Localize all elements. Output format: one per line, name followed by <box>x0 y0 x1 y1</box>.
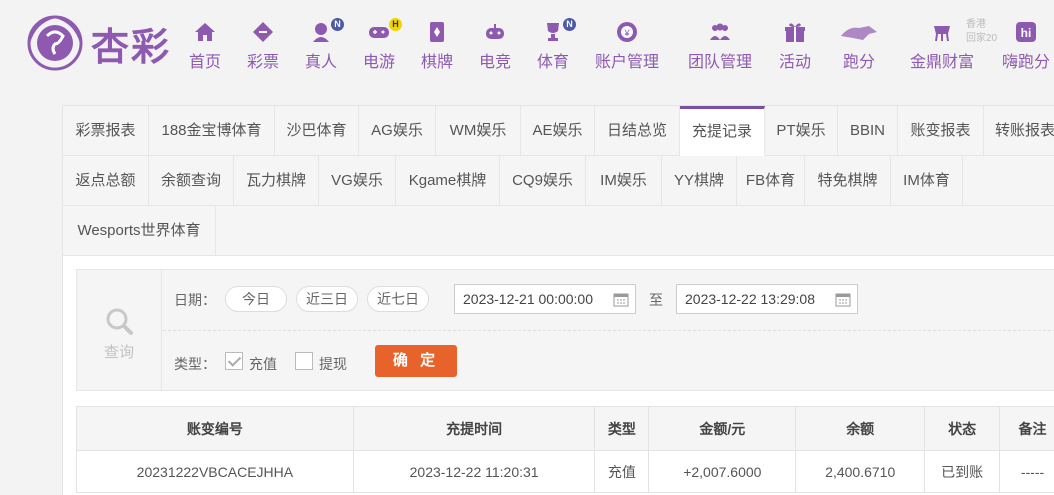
col-balance[interactable]: 余额 <box>795 406 926 451</box>
tab-row3-filler <box>216 206 1054 256</box>
tab-row2-filler <box>963 156 1054 206</box>
col-time[interactable]: 充提时间 <box>352 406 596 451</box>
tab-transfer-report[interactable]: 转账报表 <box>984 106 1054 156</box>
tab-ae[interactable]: AE娱乐 <box>521 106 595 156</box>
confirm-button[interactable]: 确 定 <box>375 345 457 377</box>
calendar-icon[interactable] <box>613 291 629 307</box>
col-note[interactable]: 备注 <box>999 406 1054 451</box>
col-status[interactable]: 状态 <box>924 406 1001 451</box>
tab-yy-cards[interactable]: YY棋牌 <box>662 156 737 206</box>
tab-rebate-total[interactable]: 返点总额 <box>63 156 149 206</box>
table-row[interactable]: 20231222VBCACEJHHA 2023-12-22 11:20:31 充… <box>76 450 1054 493</box>
nav-live[interactable]: N 真人 <box>301 18 344 72</box>
hi-run-icon: hi <box>998 20 1054 46</box>
tab-vg[interactable]: VG娱乐 <box>319 156 396 206</box>
cards-icon <box>417 20 457 46</box>
cell-time: 2023-12-22 11:20:31 <box>352 450 596 493</box>
date-label: 日期： <box>174 292 216 308</box>
deposit-checkbox[interactable] <box>225 352 243 370</box>
tab-saba-sports[interactable]: 沙巴体育 <box>275 106 359 156</box>
range-today-button[interactable]: 今日 <box>225 286 287 312</box>
query-panel: 查询 日期： 今日 近三日 近七日 2023-12-21 00:00:00 至 … <box>76 269 1054 391</box>
col-type[interactable]: 类型 <box>594 406 650 451</box>
run-score-icon <box>834 20 884 46</box>
new-badge: N <box>563 18 576 31</box>
tab-wm[interactable]: WM娱乐 <box>436 106 521 156</box>
cell-balance: 2,400.6710 <box>795 450 926 493</box>
logo-icon <box>27 15 83 71</box>
deposit-label: 充值 <box>249 356 277 372</box>
withdraw-label: 提现 <box>319 356 347 372</box>
account-icon: ¥ <box>592 20 662 46</box>
tab-wesports[interactable]: Wesports世界体育 <box>63 206 216 256</box>
svg-text:¥: ¥ <box>623 28 630 38</box>
query-button[interactable]: 查询 <box>77 270 162 390</box>
records-table: 账变编号 充提时间 类型 金额/元 余额 状态 备注 20231222VBCAC… <box>76 406 1054 493</box>
cell-status: 已到账 <box>924 450 1001 493</box>
col-transaction-id[interactable]: 账变编号 <box>76 406 354 451</box>
hot-badge: H <box>389 18 402 31</box>
lottery-icon <box>243 20 283 46</box>
team-icon <box>684 20 756 46</box>
cell-note: ----- <box>999 450 1054 493</box>
tab-fb-sports[interactable]: FB体育 <box>737 156 805 206</box>
tab-balance-change-report[interactable]: 账变报表 <box>898 106 984 156</box>
tab-kgame-cards[interactable]: Kgame棋牌 <box>396 156 500 206</box>
tab-bbin[interactable]: BBIN <box>838 106 898 156</box>
search-icon <box>106 308 133 335</box>
home-icon <box>185 20 225 46</box>
range-7days-button[interactable]: 近七日 <box>367 286 429 312</box>
nav-cards[interactable]: 棋牌 <box>417 20 457 72</box>
nav-lottery[interactable]: 彩票 <box>243 20 283 72</box>
to-label: 至 <box>649 292 663 308</box>
new-badge: N <box>331 18 344 31</box>
report-panel: 彩票报表 188金宝博体育 沙巴体育 AG娱乐 WM娱乐 AE娱乐 日结总览 充… <box>62 105 1054 495</box>
nav-run-score[interactable]: 跑分 <box>834 20 884 72</box>
nav-team[interactable]: 团队管理 <box>684 20 756 72</box>
nav-account[interactable]: ¥ 账户管理 <box>592 20 662 72</box>
nav-home[interactable]: 首页 <box>185 20 225 72</box>
tab-temian-cards[interactable]: 特免棋牌 <box>805 156 891 206</box>
tab-deposit-withdraw-records[interactable]: 充提记录 <box>680 106 765 156</box>
cell-transaction-id: 20231222VBCACEJHHA <box>76 450 354 493</box>
nav-promotions[interactable]: 活动 <box>775 20 815 72</box>
top-header: 杏彩 首页 彩票 N 真人 H 电游 棋牌 电竞 N 体育 ¥ 账户管理 团队管… <box>0 0 1054 86</box>
type-label: 类型： <box>174 356 216 372</box>
end-date-input[interactable]: 2023-12-22 13:29:08 <box>676 284 858 314</box>
nav-esports[interactable]: 电竞 <box>475 20 515 72</box>
cell-amount: +2,007.6000 <box>648 450 797 493</box>
calendar-icon[interactable] <box>835 291 851 307</box>
gift-icon <box>775 20 815 46</box>
tab-ag[interactable]: AG娱乐 <box>359 106 436 156</box>
esports-icon <box>475 20 515 46</box>
tab-cq9[interactable]: CQ9娱乐 <box>500 156 586 206</box>
brand-name: 杏彩 <box>91 23 172 69</box>
tab-im-sports[interactable]: IM体育 <box>891 156 963 206</box>
withdraw-checkbox[interactable] <box>295 352 313 370</box>
start-date-input[interactable]: 2023-12-21 00:00:00 <box>454 284 636 314</box>
watermark: 香港 回家20 <box>966 19 998 44</box>
tab-im[interactable]: IM娱乐 <box>586 156 662 206</box>
gamepad-icon: H <box>366 18 402 46</box>
svg-text:hi: hi <box>1021 26 1032 40</box>
tab-wali-cards[interactable]: 瓦力棋牌 <box>234 156 319 206</box>
tab-188bet-sports[interactable]: 188金宝博体育 <box>149 106 275 156</box>
nav-hi-run[interactable]: hi 嗨跑分 <box>998 20 1054 72</box>
cell-type: 充值 <box>594 450 650 493</box>
tab-daily-summary[interactable]: 日结总览 <box>595 106 680 156</box>
table-header-row: 账变编号 充提时间 类型 金额/元 余额 状态 备注 <box>76 406 1054 451</box>
live-dealer-icon: N <box>308 18 344 46</box>
nav-slots[interactable]: H 电游 <box>359 18 402 72</box>
tab-lottery-report[interactable]: 彩票报表 <box>63 106 149 156</box>
tab-balance-query[interactable]: 余额查询 <box>149 156 234 206</box>
nav-sports[interactable]: N 体育 <box>533 18 576 72</box>
brand-logo[interactable]: 杏彩 <box>25 14 171 72</box>
col-amount[interactable]: 金额/元 <box>648 406 797 451</box>
range-3days-button[interactable]: 近三日 <box>296 286 358 312</box>
divider <box>163 330 1054 331</box>
tab-pt[interactable]: PT娱乐 <box>765 106 838 156</box>
trophy-icon: N <box>540 18 576 46</box>
